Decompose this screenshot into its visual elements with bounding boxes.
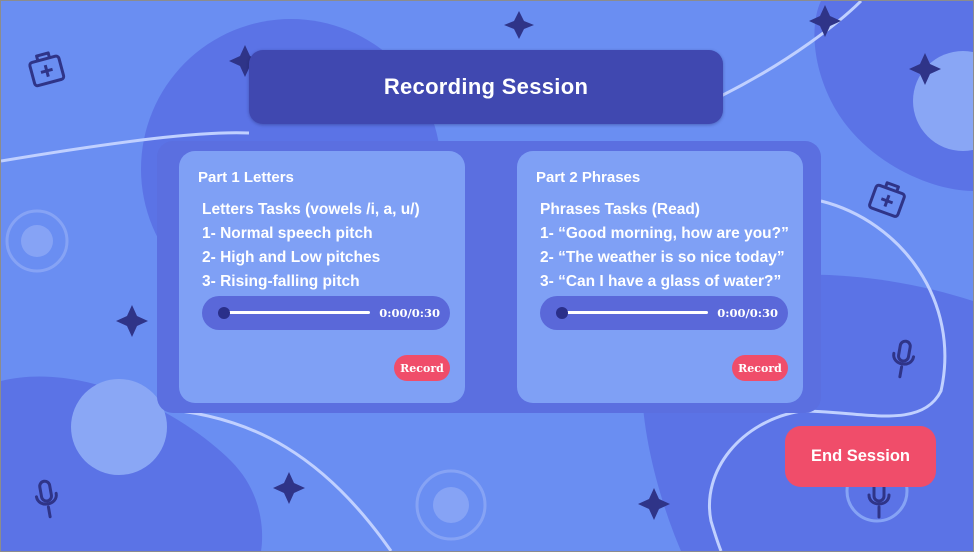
bg-dot: [433, 487, 469, 523]
audio-progress-track[interactable]: [228, 311, 370, 314]
card-heading: Part 1 Letters: [198, 169, 294, 186]
task-list: Phrases Tasks (Read) 1- “Good morning, h…: [540, 198, 789, 294]
task-item: 1- Normal speech pitch: [202, 225, 373, 242]
star-icon: [116, 305, 148, 337]
record-button[interactable]: Record: [732, 355, 788, 381]
bg-dot: [21, 225, 53, 257]
task-item: 2- “The weather is so nice today”: [540, 249, 785, 266]
task-item: 3- Rising-falling pitch: [202, 273, 360, 290]
task-item: 3- “Can I have a glass of water?”: [540, 273, 782, 290]
audio-progress-handle[interactable]: [218, 307, 230, 319]
end-session-button[interactable]: End Session: [785, 426, 936, 487]
first-aid-kit-icon: [28, 51, 66, 88]
task-item: 1- “Good morning, how are you?”: [540, 225, 789, 242]
audio-progress-handle[interactable]: [556, 307, 568, 319]
audio-player: 0:00/0:30: [202, 296, 450, 330]
audio-time: 0:00/0:30: [379, 306, 440, 320]
task-card-phrases: Part 2 Phrases Phrases Tasks (Read) 1- “…: [517, 151, 803, 403]
first-aid-kit-icon: [868, 181, 906, 218]
bg-circle: [71, 379, 167, 475]
audio-time: 0:00/0:30: [717, 306, 778, 320]
star-icon: [273, 472, 305, 504]
task-list: Letters Tasks (vowels /i, a, u/) 1- Norm…: [202, 198, 420, 294]
card-heading: Part 2 Phrases: [536, 169, 641, 186]
audio-player: 0:00/0:30: [540, 296, 788, 330]
record-button[interactable]: Record: [394, 355, 450, 381]
task-card-letters: Part 1 Letters Letters Tasks (vowels /i,…: [179, 151, 465, 403]
task-list-title: Phrases Tasks (Read): [540, 201, 700, 218]
star-icon: [504, 11, 534, 39]
app-screen: Recording Session Part 1 Letters Letters…: [0, 0, 974, 552]
page-title: Recording Session: [249, 50, 723, 124]
task-list-title: Letters Tasks (vowels /i, a, u/): [202, 201, 420, 218]
task-item: 2- High and Low pitches: [202, 249, 381, 266]
audio-progress-track[interactable]: [566, 311, 708, 314]
